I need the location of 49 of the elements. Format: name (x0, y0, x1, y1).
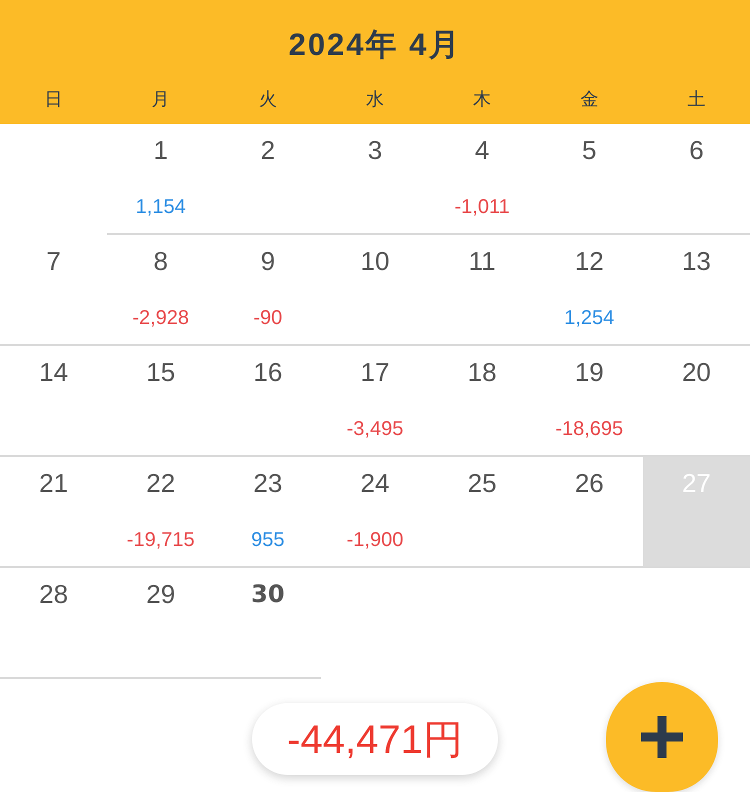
day-number: 8 (153, 246, 168, 276)
day-amount: 1,154 (136, 195, 186, 219)
day-number: 4 (474, 135, 490, 165)
weekday-label: 日 (44, 88, 63, 111)
day-number: 21 (39, 468, 68, 498)
day-amount: -2,928 (132, 306, 190, 330)
day-amount: -90 (253, 306, 282, 330)
day-amount: -1,900 (346, 528, 404, 552)
day-amount: 1,254 (564, 306, 614, 330)
day-number: 5 (582, 135, 596, 165)
day-number: 18 (468, 357, 497, 387)
day-number: 10 (360, 246, 390, 276)
day-number: 24 (360, 468, 390, 498)
day-number: 17 (360, 357, 390, 387)
day-number: 11 (468, 246, 496, 276)
day-number: 22 (146, 468, 176, 498)
plus-icon (639, 714, 685, 760)
day-number: 12 (574, 246, 604, 276)
day-number: 9 (260, 246, 276, 276)
day-number: 30 (251, 579, 285, 609)
day-number: 14 (39, 357, 68, 387)
total-amount: -44,471円 (252, 703, 498, 775)
day-number: 15 (146, 357, 176, 387)
weekday-label: 土 (687, 88, 706, 111)
day-number: 23 (253, 468, 282, 498)
day-amount: -18,695 (555, 417, 624, 441)
day-number: 13 (682, 246, 711, 276)
day-number: 25 (468, 468, 497, 498)
weekday-label: 水 (366, 88, 384, 111)
weekday-label: 金 (580, 88, 598, 111)
day-number: 2 (260, 135, 276, 165)
day-number: 7 (46, 246, 61, 276)
day-number: 16 (253, 357, 282, 387)
weekday-label: 月 (152, 88, 170, 111)
day-number: 19 (574, 357, 604, 387)
day-amount: 955 (251, 528, 285, 552)
day-number: 26 (574, 468, 604, 498)
day-amount: -1,011 (454, 195, 510, 219)
day-number: 29 (146, 579, 176, 609)
weekday-label: 火 (258, 88, 277, 111)
month-title: 2024年 4月 (288, 26, 462, 64)
weekday-label: 木 (473, 88, 492, 111)
day-amount: -3,495 (346, 417, 404, 441)
day-number: 20 (682, 357, 711, 387)
day-amount: -19,715 (126, 528, 195, 552)
day-number: 28 (39, 579, 68, 609)
day-number: 3 (368, 135, 382, 165)
day-number: 1 (153, 135, 168, 165)
day-number: 6 (689, 135, 704, 165)
